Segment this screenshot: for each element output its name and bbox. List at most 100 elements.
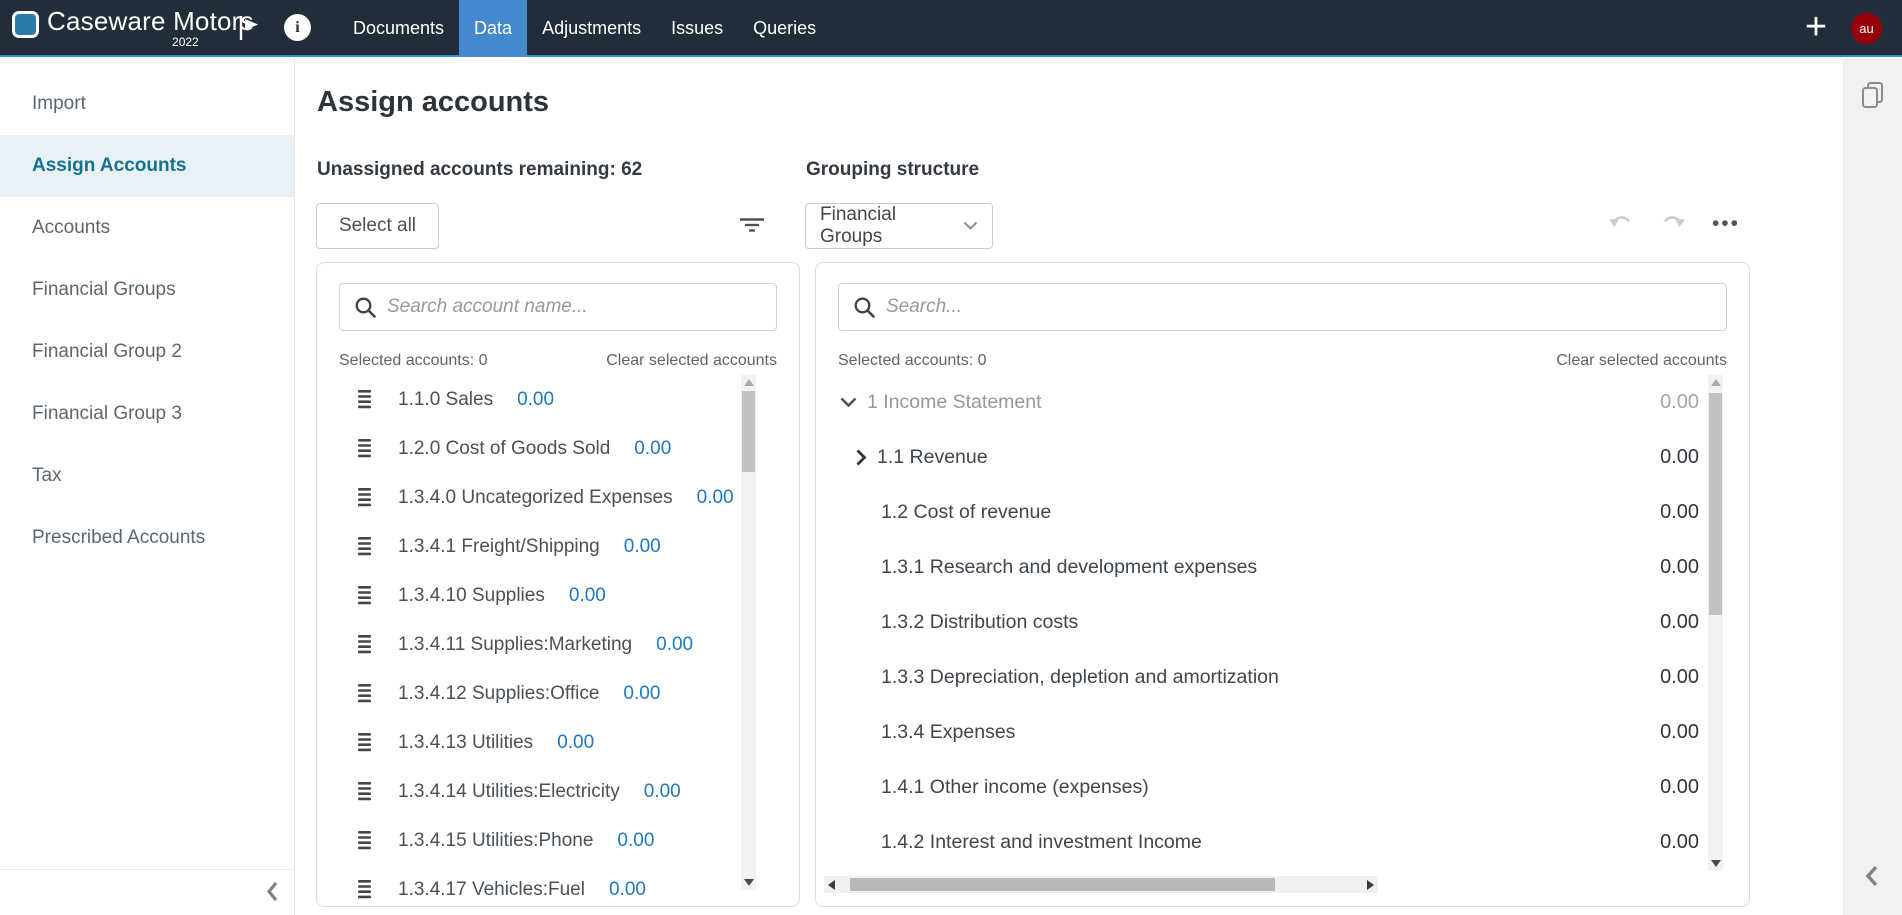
account-balance-link[interactable]: 0.00 [656,634,693,656]
account-balance-link[interactable]: 0.00 [617,830,654,852]
grouping-structure-select[interactable]: Financial Groups [805,203,993,249]
selected-accounts-count: Selected accounts: 0 [838,352,987,370]
account-balance-link[interactable]: 0.00 [623,683,660,705]
drag-handle-icon[interactable] [357,830,372,851]
more-options-icon[interactable]: ••• [1712,214,1740,234]
redo-icon[interactable] [1660,211,1686,236]
nav-tab-documents[interactable]: Documents [338,0,459,57]
account-search-input[interactable] [387,284,776,330]
nav-tab-queries[interactable]: Queries [738,0,831,57]
account-row[interactable]: 1.3.4.15 Utilities:Phone 0.00 [317,816,799,865]
scroll-up-arrow-icon[interactable] [744,379,754,386]
sidebar-item-prescribed-accounts[interactable]: Prescribed Accounts [0,507,294,569]
group-row[interactable]: 1.1 Revenue 0.00 [816,430,1749,485]
info-icon[interactable]: i [284,14,311,41]
group-row[interactable]: 1.3.4 Expenses 0.00 [816,705,1749,760]
drag-handle-icon[interactable] [357,536,372,557]
drag-handle-icon[interactable] [357,438,372,459]
group-balance: 0.00 [1660,501,1699,524]
user-avatar[interactable]: au [1851,13,1882,44]
account-row[interactable]: 1.3.4.13 Utilities 0.00 [317,718,799,767]
filter-icon[interactable] [738,217,766,238]
drag-handle-icon[interactable] [357,389,372,410]
unassigned-accounts-card: Selected accounts: 0 Clear selected acco… [316,262,800,907]
scroll-down-arrow-icon[interactable] [744,879,754,886]
data-sidebar: ImportAssign AccountsAccountsFinancial G… [0,59,295,915]
group-name: 1.3.4 Expenses [881,721,1015,744]
sidebar-item-financial-groups[interactable]: Financial Groups [0,259,294,321]
account-row[interactable]: 1.3.4.12 Supplies:Office 0.00 [317,669,799,718]
select-all-button[interactable]: Select all [316,203,439,249]
nav-tab-issues[interactable]: Issues [656,0,738,57]
unassigned-remaining-label: Unassigned accounts remaining: 62 [317,159,642,181]
documents-copy-icon[interactable] [1860,81,1885,114]
account-row[interactable]: 1.3.4.1 Freight/Shipping 0.00 [317,522,799,571]
group-row[interactable]: 1.4.2 Interest and investment Income 0.0… [816,815,1749,870]
group-row[interactable]: 1.3.3 Depreciation, depletion and amorti… [816,650,1749,705]
group-search-input[interactable] [886,284,1726,330]
group-row[interactable]: 1.4.1 Other income (expenses) 0.00 [816,760,1749,815]
account-balance-link[interactable]: 0.00 [624,536,661,558]
drag-handle-icon[interactable] [357,781,372,802]
account-row[interactable]: 1.1.0 Sales 0.00 [317,375,799,424]
scrollbar-thumb[interactable] [850,878,1275,891]
sidebar-item-assign-accounts[interactable]: Assign Accounts [0,135,294,197]
group-balance: 0.00 [1660,666,1699,689]
add-icon[interactable]: + [1796,0,1836,57]
app-title: Caseware Motors [47,7,254,35]
clear-selected-accounts-link[interactable]: Clear selected accounts [1556,352,1727,370]
account-row[interactable]: 1.3.4.17 Vehicles:Fuel 0.00 [317,865,799,900]
drag-handle-icon[interactable] [357,879,372,900]
drag-handle-icon[interactable] [357,634,372,655]
sidebar-item-import[interactable]: Import [0,73,294,135]
scroll-up-arrow-icon[interactable] [1711,379,1721,386]
drag-handle-icon[interactable] [357,732,372,753]
scroll-right-arrow-icon[interactable] [1367,880,1374,890]
drag-handle-icon[interactable] [357,683,372,704]
groups-horizontal-scrollbar[interactable] [824,876,1378,893]
chevron-right-icon[interactable] [856,449,867,466]
group-row[interactable]: 1 Income Statement 0.00 [816,375,1749,430]
sidebar-item-accounts[interactable]: Accounts [0,197,294,259]
flag-icon[interactable] [238,15,260,46]
sidebar-item-tax[interactable]: Tax [0,445,294,507]
group-name: 1.4.1 Other income (expenses) [881,776,1149,799]
account-row[interactable]: 1.3.4.11 Supplies:Marketing 0.00 [317,620,799,669]
groups-list-scrollbar[interactable] [1708,375,1723,871]
account-name: 1.3.4.15 Utilities:Phone [398,830,593,852]
sidebar-item-financial-group-3[interactable]: Financial Group 3 [0,383,294,445]
account-balance-link[interactable]: 0.00 [644,781,681,803]
collapse-right-panel-icon[interactable] [1864,864,1880,893]
account-balance-link[interactable]: 0.00 [557,732,594,754]
account-balance-link[interactable]: 0.00 [697,487,734,509]
app-logo[interactable]: Caseware Motors 2022 [12,7,254,49]
chevron-down-icon[interactable] [840,397,857,408]
group-row[interactable]: 1.2 Cost of revenue 0.00 [816,485,1749,540]
account-name: 1.3.4.10 Supplies [398,585,545,607]
account-row[interactable]: 1.3.4.10 Supplies 0.00 [317,571,799,620]
scrollbar-thumb[interactable] [742,391,755,472]
account-balance-link[interactable]: 0.00 [517,389,554,411]
nav-tab-adjustments[interactable]: Adjustments [527,0,656,57]
account-row[interactable]: 1.2.0 Cost of Goods Sold 0.00 [317,424,799,473]
nav-tab-data[interactable]: Data [459,0,527,57]
group-balance: 0.00 [1660,446,1699,469]
clear-selected-accounts-link[interactable]: Clear selected accounts [606,352,777,370]
group-row[interactable]: 1.3.2 Distribution costs 0.00 [816,595,1749,650]
drag-handle-icon[interactable] [357,487,372,508]
account-balance-link[interactable]: 0.00 [634,438,671,460]
accounts-list-scrollbar[interactable] [741,375,756,890]
collapse-sidebar-icon[interactable] [265,880,280,908]
drag-handle-icon[interactable] [357,585,372,606]
scroll-left-arrow-icon[interactable] [828,880,835,890]
account-balance-link[interactable]: 0.00 [609,879,646,901]
scrollbar-thumb[interactable] [1709,393,1722,615]
group-row[interactable]: 1.3.1 Research and development expenses … [816,540,1749,595]
group-name: 1.1 Revenue [877,446,988,469]
sidebar-item-financial-group-2[interactable]: Financial Group 2 [0,321,294,383]
account-balance-link[interactable]: 0.00 [569,585,606,607]
undo-icon[interactable] [1608,211,1634,236]
account-row[interactable]: 1.3.4.14 Utilities:Electricity 0.00 [317,767,799,816]
account-row[interactable]: 1.3.4.0 Uncategorized Expenses 0.00 [317,473,799,522]
scroll-down-arrow-icon[interactable] [1711,860,1721,867]
